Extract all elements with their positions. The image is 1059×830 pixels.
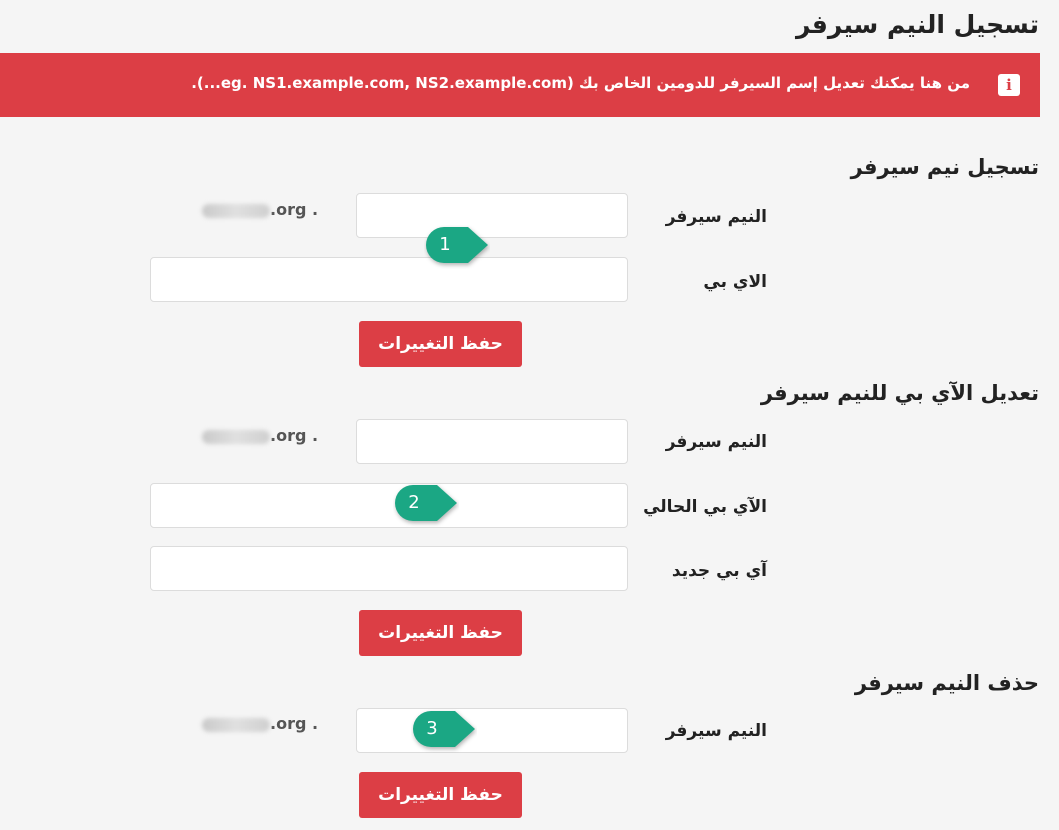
redacted-domain [202,203,270,218]
register-save-button[interactable]: حفظ التغييرات [359,321,522,367]
redacted-domain [202,717,270,732]
new-ip-field[interactable] [150,546,628,591]
register-domain-suffix: .org . [202,200,318,219]
modify-domain-suffix: .org . [202,426,318,445]
register-section-title: تسجيل نيم سيرفر [850,155,1039,179]
step-marker-1: 1 [424,225,488,265]
delete-nameserver-field[interactable] [356,708,628,753]
modify-save-button[interactable]: حفظ التغييرات [359,610,522,656]
new-ip-input[interactable] [151,547,627,590]
delete-save-button[interactable]: حفظ التغييرات [359,772,522,818]
current-ip-input[interactable] [151,484,627,527]
page-title: تسجيل النيم سيرفر [795,10,1039,39]
step-number: 2 [408,492,420,513]
info-icon: i [998,74,1020,96]
modify-nameserver-label: النيم سيرفر [665,432,767,452]
redacted-domain [202,429,270,444]
delete-section-title: حذف النيم سيرفر [854,671,1039,695]
current-ip-label: الآي بي الحالي [643,497,767,517]
delete-nameserver-label: النيم سيرفر [665,721,767,741]
info-alert: i من هنا يمكنك تعديل إسم السيرفر للدومين… [0,53,1040,117]
register-nameserver-label: النيم سيرفر [665,207,767,227]
register-nameserver-field[interactable] [356,193,628,238]
step-number: 3 [426,718,438,739]
modify-nameserver-input[interactable] [357,420,627,463]
delete-domain-suffix: .org . [202,714,318,733]
alert-text: من هنا يمكنك تعديل إسم السيرفر للدومين ا… [191,74,970,92]
register-ip-field[interactable] [150,257,628,302]
register-ip-input[interactable] [151,258,627,301]
register-ip-label: الاي بي [703,272,767,292]
modify-nameserver-field[interactable] [356,419,628,464]
step-marker-3: 3 [411,709,475,749]
register-nameserver-input[interactable] [357,194,627,237]
new-ip-label: آي بي جديد [671,561,767,581]
step-number: 1 [439,234,451,255]
current-ip-field[interactable] [150,483,628,528]
modify-section-title: تعديل الآي بي للنيم سيرفر [760,381,1039,405]
delete-nameserver-input[interactable] [357,709,627,752]
step-marker-2: 2 [393,483,457,523]
